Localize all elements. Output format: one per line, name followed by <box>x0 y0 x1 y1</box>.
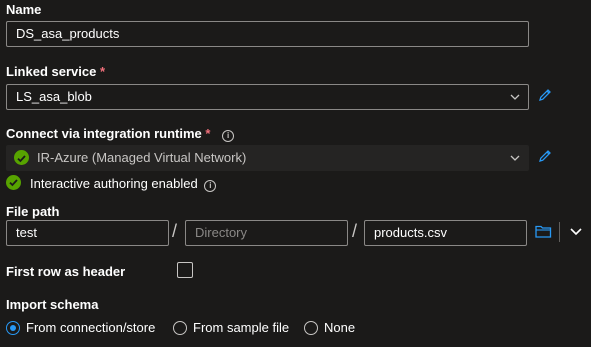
name-input[interactable]: DS_asa_products <box>6 21 529 47</box>
radio-label: From sample file <box>193 320 290 335</box>
radio-button[interactable] <box>173 321 187 335</box>
first-row-label: First row as header <box>6 264 126 279</box>
radio-label: From connection/store <box>26 320 156 335</box>
runtime-dropdown[interactable]: IR-Azure (Managed Virtual Network) <box>6 145 529 171</box>
browse-folder-icon[interactable] <box>535 224 552 239</box>
path-separator: / <box>172 221 178 241</box>
chevron-down-icon[interactable] <box>569 226 583 238</box>
divider <box>559 222 560 242</box>
linked-service-dropdown[interactable]: LS_asa_blob <box>6 84 529 110</box>
linked-service-label: Linked service * <box>6 64 106 79</box>
info-icon[interactable]: i <box>204 180 217 192</box>
first-row-checkbox[interactable] <box>177 262 193 278</box>
name-label: Name <box>6 2 42 17</box>
linked-service-value: LS_asa_blob <box>16 89 92 104</box>
container-input[interactable]: test <box>6 220 169 246</box>
success-check-icon <box>14 150 29 165</box>
required-marker: * <box>99 64 106 79</box>
file-path-label: File path <box>6 204 60 219</box>
runtime-value: IR-Azure (Managed Virtual Network) <box>37 150 247 165</box>
runtime-label: Connect via integration runtime * i <box>6 126 235 142</box>
directory-input[interactable]: Directory <box>185 220 348 246</box>
info-icon[interactable]: i <box>222 130 235 142</box>
edit-runtime-pencil-icon[interactable] <box>537 148 553 164</box>
radio-label: None <box>324 320 356 335</box>
chevron-down-icon <box>510 155 520 161</box>
chevron-down-icon <box>510 94 520 100</box>
required-marker: * <box>205 126 211 141</box>
success-check-icon <box>6 175 21 190</box>
radio-button-selected[interactable] <box>6 321 20 335</box>
radio-button[interactable] <box>304 321 318 335</box>
file-input[interactable]: products.csv <box>364 220 527 246</box>
authoring-status: Interactive authoring enabled i <box>30 176 217 192</box>
edit-linked-service-pencil-icon[interactable] <box>537 87 553 103</box>
path-separator: / <box>352 221 358 241</box>
import-schema-label: Import schema <box>6 297 99 312</box>
